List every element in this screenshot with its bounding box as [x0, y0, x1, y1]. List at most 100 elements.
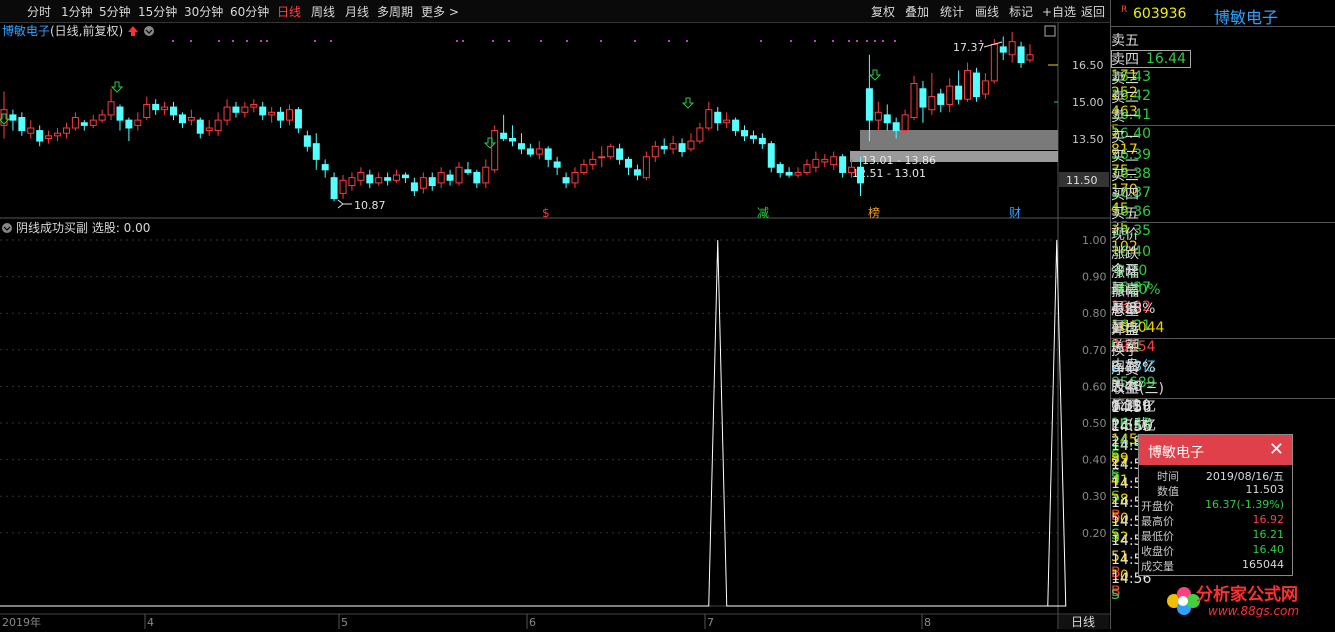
back-button[interactable]: 返回 — [1081, 3, 1105, 20]
add-watchlist-button[interactable]: +自选 — [1042, 3, 1076, 20]
draw-line-button[interactable]: 画线 — [975, 3, 999, 20]
candle-body — [821, 158, 829, 163]
divider — [1111, 222, 1335, 223]
popup-label: 最高价 — [1141, 515, 1174, 528]
period-tab-15min[interactable]: 15分钟 — [138, 3, 177, 20]
popup-row: 最高价 16.92 — [1139, 513, 1292, 528]
candle-body — [874, 111, 882, 121]
time-axis-label: 8 — [924, 616, 931, 629]
period-tab-monthly[interactable]: 月线 — [345, 3, 369, 20]
candle-body — [178, 114, 186, 124]
popup-label: 成交量 — [1141, 560, 1174, 573]
event-dot — [668, 40, 670, 42]
event-marker[interactable]: 减 — [757, 206, 769, 220]
watermark-url: www.88gs.com — [1208, 604, 1300, 618]
event-dot — [232, 40, 234, 42]
order-book-label: 卖一 — [1111, 109, 1139, 125]
period-tab-5min[interactable]: 5分钟 — [99, 3, 131, 20]
candle-body — [633, 169, 641, 176]
candle-body — [669, 143, 677, 150]
candle-body — [393, 174, 401, 181]
candle-body — [946, 85, 954, 105]
candle-body — [187, 117, 195, 121]
fundamental-label: 收益(三) — [1111, 381, 1164, 397]
candle-body — [758, 137, 766, 145]
candle-body — [687, 140, 695, 150]
period-tab-30min[interactable]: 30分钟 — [184, 3, 223, 20]
candle-body — [794, 171, 802, 176]
buy-signal-icon — [110, 81, 124, 93]
popup-label: 收盘价 — [1141, 545, 1174, 558]
candle-body — [562, 177, 570, 184]
stats-row: 外盘 79354 内盘 85689 — [1111, 319, 1335, 391]
candle-body — [723, 119, 731, 124]
candle-body — [535, 148, 543, 155]
event-dot — [190, 40, 192, 42]
r-badge: R — [1121, 5, 1128, 15]
chart-options-icon[interactable] — [144, 26, 154, 36]
popup-label: 时间 — [1157, 470, 1179, 483]
period-tab-weekly[interactable]: 周线 — [311, 3, 335, 20]
order-book-label: 买一 — [1111, 130, 1139, 146]
candle-body — [812, 158, 820, 168]
chart-area[interactable]: 博敏电子 (日线,前复权) 16.50 15.00 13.50 11.50 13… — [0, 22, 1110, 629]
candle-body — [473, 171, 481, 184]
restore-rights-button[interactable]: 复权 — [871, 3, 895, 20]
stats-row: 现价 16.40 今开 16.37 — [1111, 224, 1335, 296]
order-book-row: 卖一 16.40 817 — [1111, 106, 1335, 158]
price-label: 16.50 — [1072, 59, 1104, 72]
fundamental-row: 换手 6.47% 股本 3.15亿 — [1111, 340, 1335, 415]
period-tab-60min[interactable]: 60分钟 — [230, 3, 269, 20]
candle-body — [277, 111, 285, 121]
period-label[interactable]: 日线 — [1071, 615, 1095, 629]
event-dot — [866, 40, 868, 42]
order-book-label: 买五 — [1111, 206, 1139, 222]
candle-body — [517, 143, 525, 150]
indicator-y-label: 1.00 — [1082, 234, 1107, 247]
event-marker[interactable]: $ — [542, 206, 550, 220]
mark-button[interactable]: 标记 — [1009, 3, 1033, 20]
maximize-icon[interactable] — [1044, 25, 1056, 37]
event-dot — [246, 40, 248, 42]
candle-body — [152, 103, 160, 111]
indicator-y-label: 0.80 — [1082, 307, 1107, 320]
event-dot — [856, 40, 858, 42]
order-book-label: 买四 — [1111, 187, 1139, 203]
order-book-label: 买三 — [1111, 168, 1139, 184]
low-price-label: 10.87 — [354, 199, 386, 212]
period-tab-1min[interactable]: 1分钟 — [61, 3, 93, 20]
indicator-y-label: 0.70 — [1082, 344, 1107, 357]
candle-body — [330, 177, 338, 200]
period-tab-multi[interactable]: 多周期 — [377, 3, 413, 20]
up-arrow-icon — [128, 26, 138, 36]
candle-body — [651, 145, 659, 158]
more-menu-button[interactable]: 更多 > — [421, 3, 459, 20]
popup-label: 最低价 — [1141, 530, 1174, 543]
indicator-y-label: 0.50 — [1082, 417, 1107, 430]
period-tab-daily[interactable]: 日线 — [277, 3, 301, 20]
candle-body — [919, 88, 927, 108]
candle-body — [616, 148, 624, 160]
candle-body — [232, 106, 240, 113]
divider — [1111, 398, 1335, 399]
indicator-options-icon[interactable] — [2, 223, 12, 233]
order-book-row: 买三 16.37 45 — [1111, 165, 1335, 217]
overlay-button[interactable]: 叠加 — [905, 3, 929, 20]
event-marker[interactable]: 榜 — [868, 205, 880, 220]
candle-body — [928, 96, 936, 111]
candle-body — [910, 83, 918, 119]
popup-row: 时间 2019/08/16/五 — [1139, 468, 1292, 483]
candle-body — [321, 164, 329, 171]
candle-body — [464, 169, 472, 173]
popup-value: 16.21 — [1252, 528, 1285, 541]
kline-chart[interactable]: 博敏电子 (日线,前复权) 16.50 15.00 13.50 11.50 13… — [0, 22, 1110, 629]
order-book-label: 卖二 — [1111, 90, 1139, 106]
event-marker[interactable]: 财 — [1009, 206, 1021, 220]
order-book-label: 卖四 — [1111, 52, 1139, 68]
candle-body — [170, 106, 178, 116]
candle-body — [62, 127, 70, 134]
period-tab-fenshi[interactable]: 分时 — [27, 3, 51, 20]
popup-row: 数值 11.503 — [1139, 483, 1292, 498]
close-icon[interactable]: ✕ — [1269, 439, 1284, 460]
statistics-button[interactable]: 统计 — [940, 3, 964, 20]
